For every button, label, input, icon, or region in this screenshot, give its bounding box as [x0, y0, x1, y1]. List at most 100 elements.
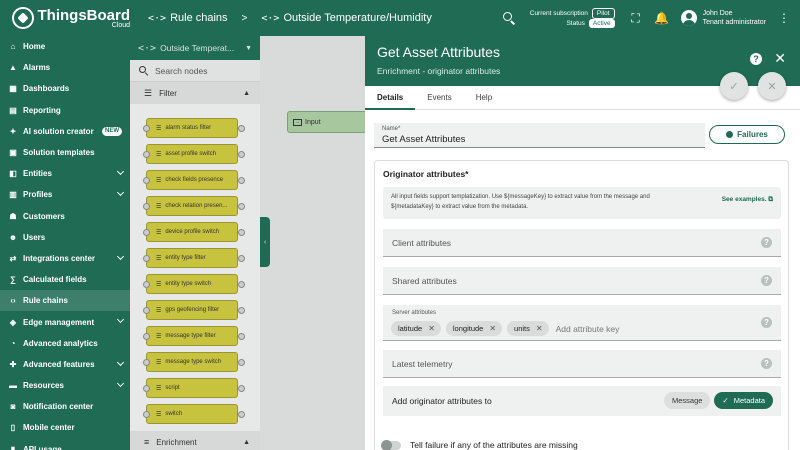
chip-label: latitude — [398, 324, 423, 333]
sidebar-item-notification-center[interactable]: ◙ Notification center — [0, 396, 130, 417]
sidebar-item-advanced-analytics[interactable]: ◔ Advanced analytics — [0, 333, 130, 354]
library-node[interactable]: ☰ device profile switch — [143, 222, 245, 242]
library-node[interactable]: ☰ script — [143, 378, 245, 398]
sidebar-item-label: Advanced analytics — [23, 338, 98, 348]
sidebar-item-label: Notification center — [23, 402, 94, 412]
collapse-library-handle[interactable]: ‹ — [260, 217, 270, 267]
library-node-label: message type filter — [165, 333, 216, 339]
filter-section-header[interactable]: ☰ Filter ▲ — [130, 82, 260, 104]
rule-chain-icon: <·> — [148, 12, 167, 24]
node-output-port — [238, 359, 245, 366]
customers-icon: ☗ — [9, 211, 17, 221]
help-circle-icon[interactable]: ? — [761, 237, 772, 248]
help-icon[interactable]: ? — [750, 53, 762, 65]
sidebar-item-mobile-center[interactable]: ▯ Mobile center — [0, 417, 130, 438]
avatar[interactable] — [680, 10, 697, 26]
node-input-port — [143, 203, 150, 210]
chevron-down-icon[interactable]: ▼ — [245, 45, 252, 52]
sidebar-item-integrations-center[interactable]: ⇄ Integrations center — [0, 248, 130, 269]
tab-events[interactable]: Events — [415, 86, 463, 109]
library-node[interactable]: ☰ entity type filter — [143, 248, 245, 268]
library-node[interactable]: ☰ message type switch — [143, 352, 245, 372]
notifications-bell-icon[interactable]: 🔔 — [654, 11, 669, 25]
remove-chip-icon[interactable]: ✕ — [536, 324, 543, 333]
library-node[interactable]: ☰ asset profile switch — [143, 144, 245, 164]
node-input-port — [143, 229, 150, 236]
sidebar-item-reporting[interactable]: ▤ Reporting — [0, 100, 130, 121]
name-field-value: Get Asset Attributes — [382, 134, 466, 145]
server-attributes-input[interactable]: Server attributes latitude ✕ longitude ✕ uni… — [383, 305, 781, 341]
sidebar-item-ai-solution-creator[interactable]: ✦ AI solution creator NEW — [0, 121, 130, 142]
remove-chip-icon[interactable]: ✕ — [489, 324, 496, 333]
node-input-port — [143, 359, 150, 366]
shared-attributes-input[interactable]: Shared attributes ? — [383, 267, 781, 295]
sidebar-item-api-usage[interactable]: ▮ API usage — [0, 439, 130, 450]
add-to-toggle-group: Message ✓ Metadata — [660, 392, 773, 409]
node-search-input[interactable]: Search nodes — [130, 60, 260, 82]
tab-help[interactable]: Help — [464, 86, 504, 109]
help-circle-icon[interactable]: ? — [761, 275, 772, 286]
apply-changes-button[interactable]: ✓ — [720, 72, 748, 100]
remove-chip-icon[interactable]: ✕ — [428, 324, 435, 333]
sidebar-item-rule-chains[interactable]: ‹› Rule chains — [0, 290, 130, 312]
sidebar-item-advanced-features[interactable]: ✚ Advanced features — [0, 354, 130, 375]
latest-telemetry-input[interactable]: Latest telemetry ? — [383, 350, 781, 378]
node-output-port — [238, 229, 245, 236]
sidebar-item-solution-templates[interactable]: ▣ Solution templates — [0, 142, 130, 163]
node-input-port — [143, 307, 150, 314]
help-circle-icon[interactable]: ? — [761, 358, 772, 369]
chip-label: units — [514, 324, 530, 333]
client-attributes-input[interactable]: Client attributes ? — [383, 229, 781, 257]
library-node[interactable]: ☰ check fields presence — [143, 170, 245, 190]
see-examples-link[interactable]: See examples. ⧉ — [722, 195, 773, 205]
library-node[interactable]: ☰ entity type switch — [143, 274, 245, 294]
failures-button[interactable]: Failures — [709, 125, 785, 144]
sidebar-item-home[interactable]: ⌂ Home — [0, 36, 130, 57]
add-to-metadata-toggle[interactable]: ✓ Metadata — [714, 392, 773, 409]
see-examples-label: See examples. — [721, 196, 767, 203]
sidebar-item-alarms[interactable]: ▲ Alarms — [0, 57, 130, 78]
tell-failure-label: Tell failure if any of the attributes ar… — [410, 440, 578, 450]
filter-icon: ☰ — [156, 229, 162, 236]
sidebar-item-label: Calculated fields — [23, 275, 87, 285]
sidebar-item-label: Home — [23, 42, 46, 52]
library-node[interactable]: ☰ alarm status filter — [143, 118, 245, 138]
sidebar-item-entities[interactable]: ◧ Entities — [0, 163, 130, 184]
node-output-port — [238, 411, 245, 418]
library-header[interactable]: <·> Outside Temperat... ▼ — [130, 36, 260, 60]
sidebar-item-dashboards[interactable]: ▦ Dashboards — [0, 78, 130, 99]
library-node[interactable]: ☰ gps geofencing filter — [143, 300, 245, 320]
search-placeholder: Search nodes — [155, 65, 208, 76]
search-icon[interactable] — [502, 11, 516, 25]
sidebar-item-label: API usage — [23, 444, 62, 450]
enrichment-section-header[interactable]: ≡ Enrichment ▲ — [130, 431, 260, 450]
node-output-port — [238, 307, 245, 314]
tab-details[interactable]: Details — [365, 86, 416, 110]
fullscreen-icon[interactable]: ⛶ — [629, 11, 643, 25]
close-icon[interactable]: ✕ — [774, 50, 786, 67]
name-field[interactable]: Name* Get Asset Attributes — [374, 123, 705, 148]
subscription-info[interactable]: Current subscription Pilot Status Active — [530, 7, 615, 28]
sidebar-item-calculated-fields[interactable]: ∑ Calculated fields — [0, 269, 130, 290]
sidebar-item-users[interactable]: ☻ Users — [0, 227, 130, 248]
user-info[interactable]: John Doe Tenant administrator — [703, 9, 766, 28]
discard-changes-button[interactable]: ✕ — [758, 72, 786, 100]
more-menu-icon[interactable]: ⋮ — [778, 12, 790, 24]
app-logo[interactable]: ThingsBoard Cloud — [0, 7, 130, 29]
input-node[interactable]: → Input — [287, 111, 367, 133]
sidebar-item-customers[interactable]: ☗ Customers — [0, 206, 130, 227]
library-node[interactable]: ☰ switch — [143, 404, 245, 424]
sidebar-item-edge-management[interactable]: ◈ Edge management — [0, 311, 130, 332]
sidebar-item-profiles[interactable]: ▥ Profiles — [0, 184, 130, 205]
add-attribute-key-input[interactable]: Add attribute key — [556, 324, 620, 334]
library-node[interactable]: ☰ message type filter — [143, 326, 245, 346]
library-node[interactable]: ☰ check relation presen... — [143, 196, 245, 216]
tell-failure-switch[interactable] — [381, 439, 401, 450]
profiles-icon: ▥ — [9, 190, 17, 200]
help-circle-icon[interactable]: ? — [761, 317, 772, 328]
breadcrumb-rule-chains[interactable]: <·> Rule chains — [148, 12, 228, 24]
node-output-port — [238, 333, 245, 340]
add-to-message-toggle[interactable]: Message — [663, 392, 711, 409]
library-chain-title: Outside Temperat... — [160, 43, 235, 53]
sidebar-item-resources[interactable]: ▬ Resources — [0, 375, 130, 396]
